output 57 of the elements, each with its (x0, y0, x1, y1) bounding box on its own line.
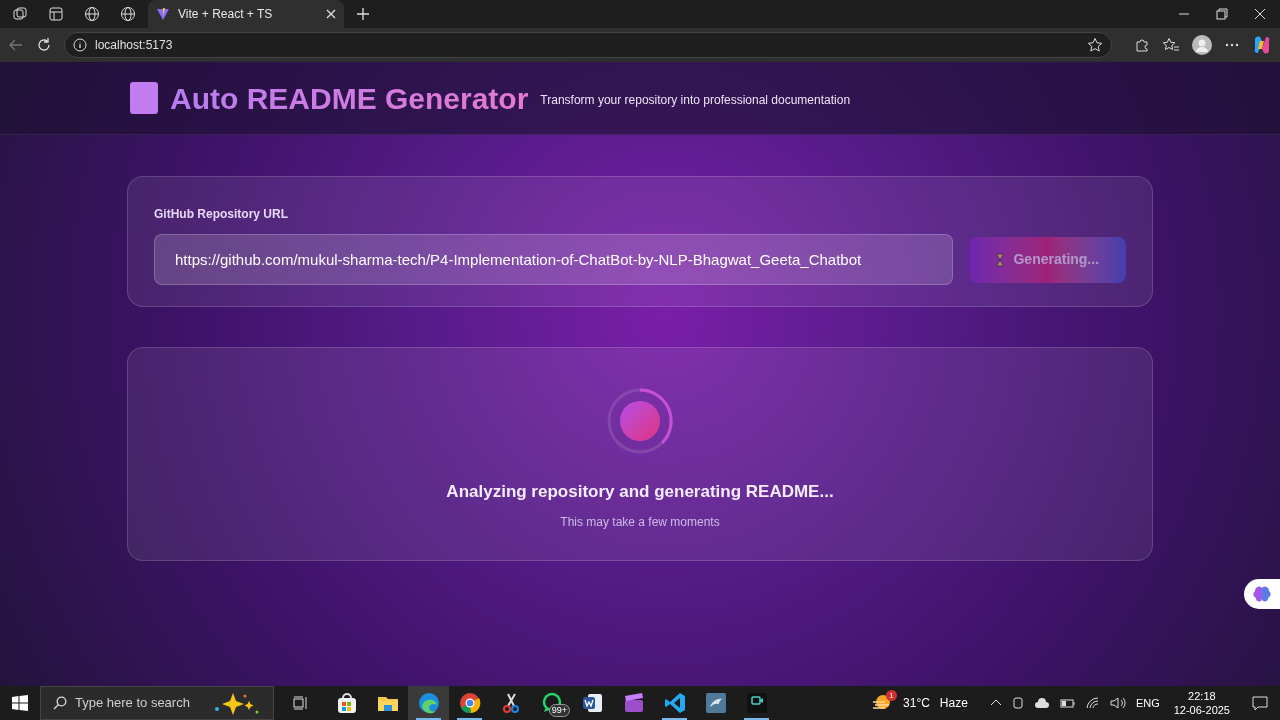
address-text: localhost:5173 (95, 37, 173, 54)
clapperboard-icon (622, 692, 645, 714)
temperature: 31°C (903, 695, 930, 712)
plus-icon (356, 7, 370, 21)
workspaces-icon (12, 6, 28, 22)
tab-actions-icon (48, 6, 64, 22)
battery-icon (1059, 697, 1076, 709)
taskbar-app[interactable]: 99+ (531, 686, 572, 720)
taskbar-search-field[interactable]: Type here to search (40, 686, 274, 720)
address-field[interactable]: localhost:5173 (64, 32, 1112, 58)
speaker-icon (1109, 697, 1126, 709)
info-icon (73, 38, 87, 52)
notification-icon (1252, 695, 1268, 711)
tab-title: Vite + React + TS (178, 6, 274, 23)
browser-icon (458, 692, 481, 714)
app-subtitle: Transform your repository into professional documentation (540, 92, 851, 109)
clock-time: 22:18 (1188, 689, 1216, 703)
search-icon (53, 696, 67, 710)
windows-logo-icon (12, 695, 28, 711)
star-icon (1087, 37, 1103, 53)
weather-condition: Haze (939, 695, 968, 712)
cloud-icon (1033, 697, 1050, 709)
weather-badge: 1 (886, 690, 898, 701)
swirl-icon (417, 692, 440, 714)
assistant-button[interactable] (1244, 579, 1280, 609)
recorder-icon (745, 692, 768, 714)
close-icon (1254, 8, 1266, 20)
brain-icon (1253, 586, 1271, 602)
bag-icon (335, 692, 358, 714)
field-label: GitHub Repository URL (154, 206, 289, 223)
reload-icon (36, 37, 52, 53)
restore-icon (1216, 8, 1228, 20)
code-editor-icon (663, 692, 686, 714)
task-view-icon (293, 695, 309, 711)
puzzle-icon (1134, 37, 1150, 53)
globe-icon (120, 6, 136, 22)
triangle-logo-icon (156, 7, 170, 21)
search-placeholder: Type here to search (75, 694, 190, 713)
document-icon (130, 82, 158, 114)
taskbar-app[interactable] (408, 686, 449, 720)
loading-subtitle: This may take a few moments (560, 513, 720, 531)
close-icon (326, 9, 336, 19)
spinner-icon (606, 387, 674, 455)
language-indicator[interactable]: ENG (1135, 694, 1160, 712)
globe-icon (84, 6, 100, 22)
sparkle-logo-icon (1252, 35, 1272, 55)
hourglass-icon (995, 252, 1006, 267)
star-list-icon (1162, 37, 1180, 53)
clock-date: 12-06-2025 (1173, 703, 1230, 717)
back-arrow-icon (8, 37, 24, 53)
avatar-icon (1192, 35, 1212, 55)
wifi-icon (1085, 697, 1100, 709)
document-icon (581, 692, 604, 714)
notification-badge: 99+ (548, 704, 570, 717)
loading-title: Analyzing repository and generating README... (446, 481, 834, 503)
dolphin-icon (704, 692, 727, 714)
browser-tab[interactable]: Vite + React + TS (148, 0, 344, 28)
